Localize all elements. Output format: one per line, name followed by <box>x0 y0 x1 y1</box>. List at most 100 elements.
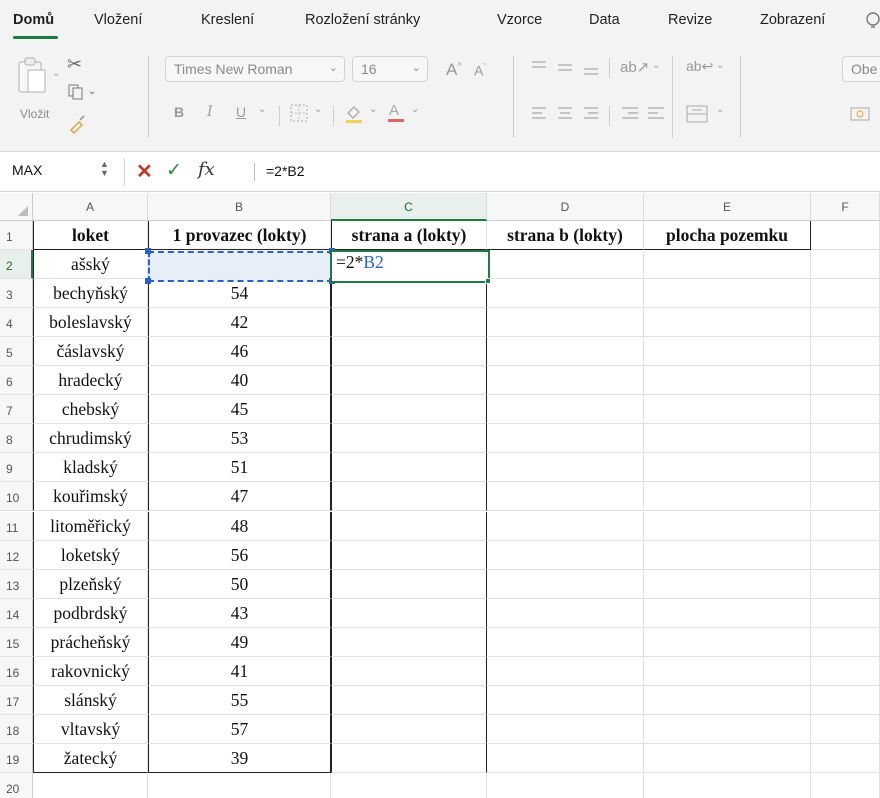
empty-cell[interactable] <box>811 540 880 570</box>
cell-provazec[interactable]: 51 <box>148 453 331 483</box>
row-header[interactable]: 19 <box>0 743 33 773</box>
cell-provazec[interactable]: 50 <box>148 569 331 599</box>
italic-icon[interactable]: I <box>207 104 213 120</box>
tab-data[interactable]: Data <box>589 12 620 28</box>
increase-font-size-icon[interactable]: A^ <box>446 60 462 80</box>
empty-cell[interactable] <box>487 772 644 798</box>
align-top-icon[interactable] <box>530 58 600 83</box>
row-header[interactable]: 13 <box>0 569 33 599</box>
empty-cell[interactable] <box>331 366 487 396</box>
header-cell[interactable]: 1 provazec (lokty) <box>148 221 331 251</box>
empty-cell[interactable] <box>487 511 644 541</box>
empty-cell[interactable] <box>811 598 880 628</box>
select-all-button[interactable] <box>0 193 33 221</box>
row-header[interactable]: 15 <box>0 627 33 657</box>
empty-cell[interactable] <box>487 569 644 599</box>
format-painter-icon[interactable] <box>67 114 87 139</box>
empty-cell[interactable] <box>331 569 487 599</box>
empty-cell[interactable] <box>331 511 487 541</box>
cell-loket[interactable]: bechyňský <box>33 279 148 309</box>
empty-cell[interactable] <box>644 743 811 773</box>
column-header-c[interactable]: C <box>331 193 487 221</box>
reference-handle[interactable] <box>145 248 151 254</box>
cell-loket[interactable]: ašský <box>33 250 148 280</box>
cell-provazec[interactable]: 47 <box>148 482 331 512</box>
wrap-text-icon[interactable]: ab↩ <box>686 58 713 75</box>
empty-cell[interactable] <box>331 540 487 570</box>
row-header[interactable]: 1 <box>0 221 33 251</box>
empty-cell[interactable] <box>331 453 487 483</box>
empty-cell[interactable] <box>811 308 880 338</box>
header-cell[interactable]: plocha pozemku <box>644 221 811 251</box>
cancel-formula-icon[interactable]: ✕ <box>136 159 153 184</box>
empty-cell[interactable] <box>811 453 880 483</box>
cell-provazec[interactable]: 56 <box>148 540 331 570</box>
reference-handle[interactable] <box>145 278 151 284</box>
column-header-f[interactable]: F <box>811 193 880 221</box>
borders-icon[interactable] <box>290 104 308 127</box>
cell-provazec[interactable]: 55 <box>148 685 331 715</box>
row-header[interactable]: 5 <box>0 337 33 367</box>
cell-loket[interactable]: vltavský <box>33 714 148 744</box>
merge-cells-icon[interactable] <box>686 104 708 129</box>
row-header[interactable]: 3 <box>0 279 33 309</box>
tab-review[interactable]: Revize <box>668 12 712 28</box>
number-format-combo[interactable]: Obe <box>842 56 880 82</box>
copy-dropdown-icon[interactable]: ⌄ <box>88 86 96 97</box>
empty-cell[interactable] <box>487 482 644 512</box>
cell-loket[interactable]: slánský <box>33 685 148 715</box>
empty-cell[interactable] <box>644 685 811 715</box>
fill-color-icon[interactable] <box>343 102 365 129</box>
empty-cell[interactable] <box>487 279 644 309</box>
paste-dropdown-icon[interactable]: ⌄ <box>52 68 60 79</box>
empty-cell[interactable] <box>487 337 644 367</box>
empty-cell[interactable] <box>487 627 644 657</box>
row-header[interactable]: 16 <box>0 656 33 686</box>
empty-cell[interactable] <box>811 743 880 773</box>
empty-cell[interactable] <box>487 685 644 715</box>
empty-cell[interactable] <box>33 772 148 798</box>
cell-provazec[interactable]: 41 <box>148 656 331 686</box>
empty-cell[interactable] <box>811 627 880 657</box>
cell-loket[interactable]: plzeňský <box>33 569 148 599</box>
header-cell[interactable]: strana a (lokty) <box>331 221 487 251</box>
row-header[interactable]: 12 <box>0 540 33 570</box>
fill-color-dropdown-icon[interactable]: ⌄ <box>369 104 377 115</box>
cell-loket[interactable]: žatecký <box>33 743 148 773</box>
cell-loket[interactable]: litoměřický <box>33 511 148 541</box>
empty-cell[interactable] <box>331 395 487 425</box>
insert-function-icon[interactable]: fx <box>198 159 215 180</box>
row-header[interactable]: 10 <box>0 482 33 512</box>
accounting-format-icon[interactable] <box>850 104 872 129</box>
cell-provazec[interactable]: 54 <box>148 279 331 309</box>
cell-provazec[interactable]: 39 <box>148 743 331 773</box>
cell-loket[interactable]: rakovnický <box>33 656 148 686</box>
tab-view[interactable]: Zobrazení <box>760 12 825 28</box>
row-header[interactable]: 9 <box>0 453 33 483</box>
row-header[interactable]: 7 <box>0 395 33 425</box>
empty-cell[interactable] <box>487 366 644 396</box>
tell-me-lightbulb-icon[interactable] <box>864 10 880 32</box>
formula-input[interactable]: =2*B2 <box>266 163 305 179</box>
empty-cell[interactable] <box>331 743 487 773</box>
row-header[interactable]: 4 <box>0 308 33 338</box>
borders-dropdown-icon[interactable]: ⌄ <box>314 104 322 115</box>
empty-cell[interactable] <box>487 308 644 338</box>
merge-dropdown-icon[interactable]: ⌄ <box>716 104 724 115</box>
empty-cell[interactable] <box>331 714 487 744</box>
empty-cell[interactable] <box>644 395 811 425</box>
empty-cell[interactable] <box>331 337 487 367</box>
empty-cell[interactable] <box>487 540 644 570</box>
cell-c2-edit-text[interactable]: =2*B2 <box>336 252 384 273</box>
empty-cell[interactable] <box>331 279 487 309</box>
empty-cell[interactable] <box>487 598 644 628</box>
empty-cell[interactable] <box>644 569 811 599</box>
empty-cell[interactable] <box>487 395 644 425</box>
cell-provazec[interactable]: 45 <box>148 395 331 425</box>
empty-cell[interactable] <box>811 366 880 396</box>
empty-cell[interactable] <box>487 453 644 483</box>
bold-icon[interactable]: B <box>174 104 184 120</box>
header-cell[interactable]: strana b (lokty) <box>487 221 644 251</box>
name-box-stepper-icon[interactable]: ▲ ▼ <box>100 160 109 178</box>
empty-cell[interactable] <box>331 627 487 657</box>
